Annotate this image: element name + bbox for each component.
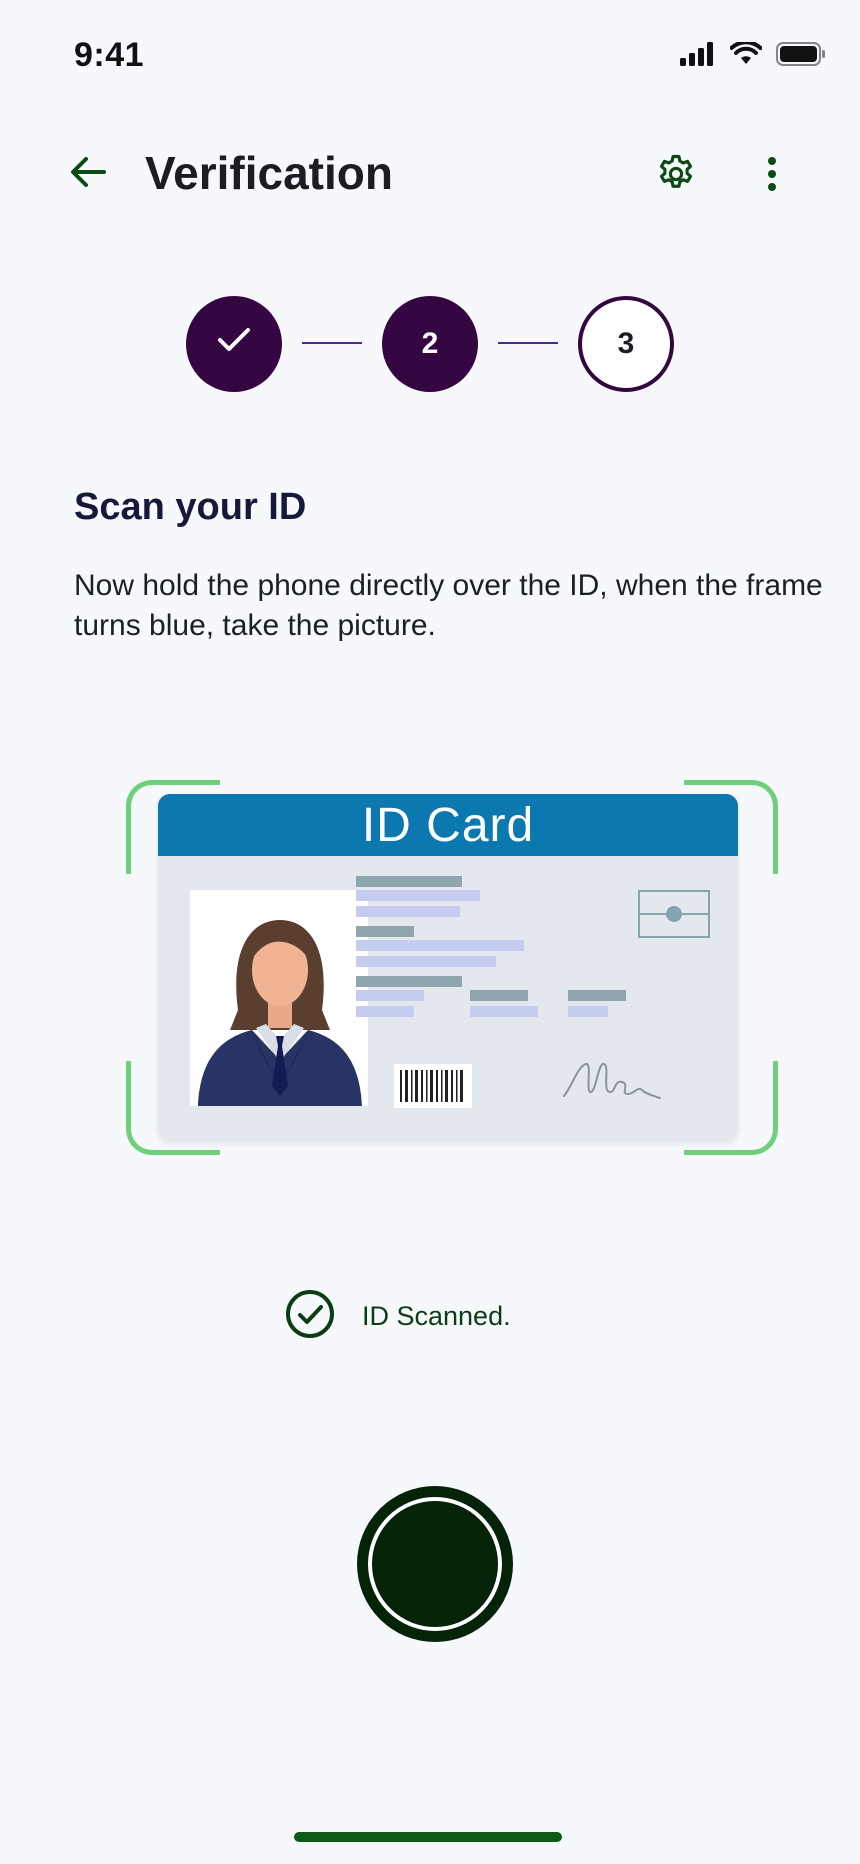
check-icon (217, 327, 251, 361)
id-text-line (470, 1006, 538, 1017)
wifi-icon (729, 40, 763, 71)
step-3-pending: 3 (578, 296, 674, 392)
status-bar: 9:41 (0, 0, 860, 110)
barcode-graphic (394, 1064, 472, 1108)
instructions-text: Now hold the phone directly over the ID,… (74, 569, 823, 642)
scan-status-text: ID Scanned. (362, 1301, 511, 1331)
id-text-line (356, 956, 496, 967)
capture-button[interactable] (357, 1486, 513, 1642)
id-text-line (568, 990, 626, 1001)
arrow-left-icon (70, 156, 106, 193)
status-icons (680, 40, 826, 71)
home-indicator (294, 1832, 562, 1842)
back-button[interactable] (62, 148, 114, 200)
more-vertical-icon (766, 156, 778, 197)
signal-icon (680, 42, 716, 71)
id-text-line (356, 976, 462, 987)
scan-frame: ID Card (126, 780, 778, 1155)
id-text-line (568, 1006, 608, 1017)
page-title: Verification (145, 147, 393, 199)
step-connector (498, 342, 558, 344)
more-options-button[interactable] (752, 150, 792, 202)
id-text-line (356, 1006, 414, 1017)
check-circle-icon (284, 1288, 336, 1345)
person-illustration (198, 920, 362, 1106)
step-2-active: 2 (382, 296, 478, 392)
id-text-line (470, 990, 528, 1001)
status-time: 9:41 (74, 36, 145, 74)
settings-button[interactable] (650, 150, 702, 202)
id-text-line (356, 940, 524, 951)
section-title: Scan your ID (74, 486, 307, 528)
capture-button-inner (368, 1497, 502, 1631)
top-app-bar: Verification (0, 130, 860, 218)
id-text-line (356, 876, 462, 887)
id-text-line (356, 906, 460, 917)
gear-icon (655, 153, 697, 200)
id-card-preview: ID Card (158, 794, 738, 1142)
id-card-header: ID Card (158, 794, 738, 856)
progress-stepper: 2 3 (0, 296, 860, 392)
id-text-line (356, 926, 414, 937)
step-connector (302, 342, 362, 344)
id-text-line (356, 990, 424, 1001)
id-chip-graphic (638, 890, 710, 938)
battery-icon (776, 42, 826, 71)
scan-status: ID Scanned. (284, 1288, 511, 1345)
id-photo (190, 890, 368, 1106)
id-text-line (356, 890, 480, 901)
signature-graphic (563, 1062, 661, 1099)
step-1-done (186, 296, 282, 392)
